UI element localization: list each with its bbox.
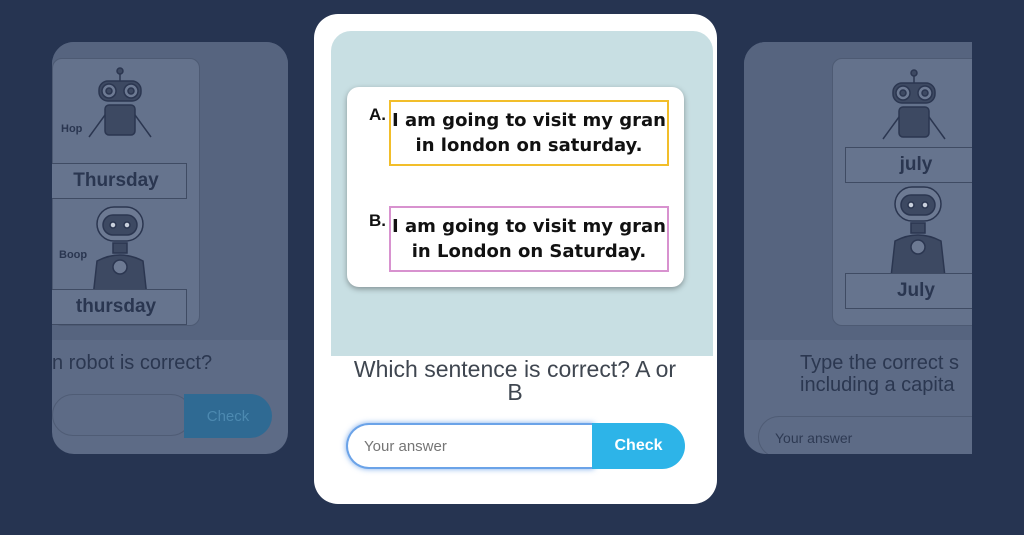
robot-name-label: Hop [61, 123, 83, 135]
answer-row: Check [346, 423, 685, 469]
check-button[interactable]: Check [184, 394, 272, 438]
worksheet-image: Hop Thursday Boop thursday [52, 42, 288, 340]
question-line: including a capita [800, 374, 955, 396]
option-a-sentence: I am going to visit my gran in london on… [389, 100, 669, 166]
option-b-sentence: I am going to visit my gran in London on… [389, 206, 669, 272]
option-b-letter: B. [369, 211, 386, 230]
worksheet-panel: Hop Thursday Boop thursday [52, 58, 200, 326]
robot-hop-icon [88, 67, 152, 138]
question-line: Type the correct s [800, 352, 959, 374]
answer-input[interactable]: Your answer [758, 416, 972, 454]
robot-icon [890, 186, 946, 278]
answer-row: Check [52, 394, 272, 438]
sentence-worksheet: A. I am going to visit my gran in london… [347, 87, 684, 287]
previous-question-card: Hop Thursday Boop thursday n robot is co… [52, 42, 288, 454]
word-label: Thursday [52, 163, 187, 199]
answer-input[interactable] [346, 423, 594, 469]
answer-input[interactable] [52, 394, 192, 436]
answer-row: Your answer [758, 416, 972, 454]
word-label: July [845, 273, 972, 309]
worksheet-panel: july July [832, 58, 972, 326]
check-button[interactable]: Check [592, 423, 685, 469]
question-text: Which sentence is correct? A or B [353, 356, 677, 405]
robot-boop-icon [92, 206, 148, 298]
robot-icon [882, 69, 946, 140]
robot-name-label: Boop [59, 249, 88, 261]
option-a-letter: A. [369, 105, 386, 124]
question-image: A. I am going to visit my gran in london… [331, 31, 713, 356]
next-question-card: july July Type the correct s including a… [744, 42, 972, 454]
question-text: n robot is correct? [52, 352, 213, 374]
word-label: july [845, 147, 972, 183]
current-question-card: A. I am going to visit my gran in london… [314, 14, 717, 504]
worksheet-image: july July [744, 42, 972, 340]
word-label: thursday [52, 289, 187, 325]
question-text: Type the correct s including a capita [800, 352, 972, 396]
